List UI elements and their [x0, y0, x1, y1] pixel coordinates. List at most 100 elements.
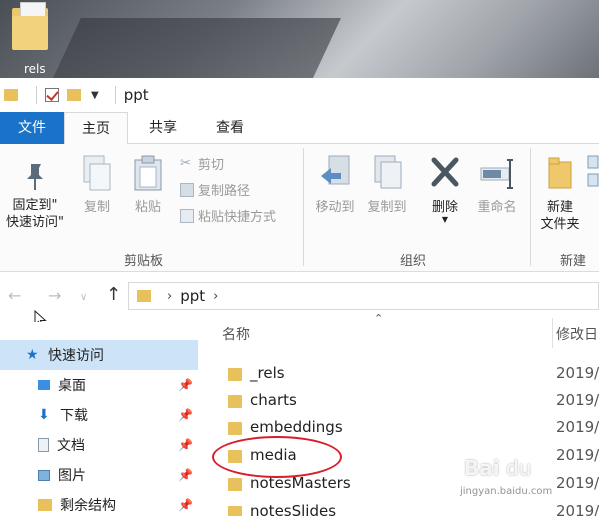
picture-icon — [38, 469, 50, 481]
new-folder-quick-icon[interactable] — [67, 89, 81, 101]
divider — [530, 148, 531, 266]
column-divider[interactable] — [552, 318, 553, 348]
tab-share[interactable]: 共享 — [134, 112, 192, 144]
pin-icon — [27, 164, 43, 190]
watermark-paw-text: du — [506, 456, 532, 480]
watermark-text: Bai — [464, 456, 500, 480]
folder-icon — [228, 422, 242, 435]
navigation-bar: ← → ∨ ↑ › ppt › — [0, 280, 599, 314]
recent-locations-chevron-icon[interactable]: ∨ — [80, 292, 87, 303]
new-folder-label-line1: 新建 — [546, 200, 573, 215]
column-header-name[interactable]: 名称 — [222, 324, 250, 344]
pin-to-quick-access-button[interactable]: 固定到" 快速访问" — [0, 162, 70, 231]
column-header-date[interactable]: 修改日 — [556, 324, 598, 344]
paste-label: 粘贴 — [134, 200, 161, 215]
properties-checkbox-icon[interactable] — [45, 88, 59, 102]
folder-icon — [38, 499, 52, 511]
delete-dropdown-icon[interactable]: ▼ — [424, 216, 466, 224]
new-group-label: 新建 — [560, 254, 587, 269]
file-date: 2019/ — [556, 502, 599, 516]
nav-item-pictures[interactable]: 图片 📌 — [0, 460, 198, 490]
new-folder-icon — [548, 157, 572, 189]
copy-path-icon — [180, 182, 194, 197]
desktop-folder-icon[interactable]: rels — [4, 0, 60, 78]
back-arrow-icon[interactable]: ← — [8, 286, 21, 305]
file-name: charts — [250, 391, 297, 409]
breadcrumb-chevron-icon[interactable]: › — [167, 289, 172, 304]
rename-button[interactable]: 重命名 — [470, 154, 524, 216]
divider — [114, 86, 116, 104]
nav-item-label: 快速访问 — [48, 348, 104, 364]
file-name: _rels — [250, 364, 285, 382]
clipboard-group-label: 剪贴板 — [124, 254, 164, 269]
delete-label: 删除 — [431, 200, 458, 215]
desktop-icon-label: rels — [24, 62, 46, 76]
desktop-background: rels — [0, 0, 599, 78]
copy-label: 复制 — [83, 200, 110, 215]
breadcrumb-ppt[interactable]: ppt — [180, 287, 205, 305]
nav-item-documents[interactable]: 文档 📌 — [0, 430, 198, 460]
pin-icon[interactable]: 📌 — [178, 438, 193, 452]
file-date: 2019/ — [556, 418, 599, 436]
cut-button[interactable]: ✂ 剪切 — [180, 154, 224, 173]
download-icon: ⬇ — [38, 407, 50, 423]
pin-icon[interactable]: 📌 — [178, 498, 193, 512]
ribbon-panel: 固定到" 快速访问" 复制 粘贴 ✂ 剪切 复制路径 粘贴快捷方式 剪贴板 移动… — [0, 144, 599, 272]
nav-item-label: 图片 — [58, 468, 86, 484]
nav-item-remaining-structure[interactable]: 剩余结构 📌 — [0, 490, 198, 516]
new-item-icon[interactable] — [586, 154, 599, 190]
paste-shortcut-icon — [180, 208, 194, 223]
nav-item-desktop[interactable]: 桌面 📌 — [0, 370, 198, 400]
cut-label: 剪切 — [198, 158, 225, 173]
copy-to-icon — [374, 155, 402, 189]
breadcrumb-chevron-icon[interactable]: › — [213, 289, 218, 304]
address-bar[interactable]: › ppt › — [128, 282, 599, 310]
navigation-pane: ★ 快速访问 桌面 📌 ⬇ 下载 📌 文档 📌 图片 📌 剩余结构 📌 — [0, 322, 198, 516]
rename-icon — [480, 159, 513, 189]
tab-home[interactable]: 主页 — [64, 112, 128, 145]
copy-path-label: 复制路径 — [198, 184, 251, 199]
quick-access-dropdown-icon[interactable]: ▼ — [91, 90, 99, 101]
pin-icon[interactable]: 📌 — [178, 468, 193, 482]
nav-item-quick-access[interactable]: ★ 快速访问 — [0, 340, 198, 370]
paste-shortcut-button[interactable]: 粘贴快捷方式 — [180, 206, 276, 225]
folder-icon — [228, 478, 242, 491]
tab-file[interactable]: 文件 — [0, 112, 64, 144]
table-row[interactable]: _rels 2019/ — [200, 360, 599, 388]
desktop-wallpaper-rock — [39, 18, 341, 78]
pin-icon[interactable]: 📌 — [178, 378, 193, 392]
nav-item-label: 桌面 — [58, 378, 86, 394]
new-folder-button[interactable]: 新建 文件夹 — [534, 154, 586, 233]
copy-icon — [83, 155, 111, 191]
copy-to-label: 复制到 — [367, 200, 407, 215]
tab-view[interactable]: 查看 — [200, 112, 260, 144]
file-name: embeddings — [250, 418, 343, 436]
file-date: 2019/ — [556, 391, 599, 409]
file-name: notesSlides — [250, 502, 337, 516]
divider — [36, 86, 37, 104]
new-folder-label-line2: 文件夹 — [540, 217, 580, 232]
paste-button[interactable]: 粘贴 — [126, 154, 170, 216]
desktop-icon — [38, 380, 50, 390]
pin-label-line1: 固定到" — [12, 198, 58, 213]
table-row[interactable]: charts 2019/ — [200, 387, 599, 415]
watermark-url: jingyan.baidu.com — [460, 486, 553, 497]
copy-button[interactable]: 复制 — [76, 154, 118, 216]
nav-item-label: 下载 — [60, 408, 88, 424]
nav-item-label: 剩余结构 — [60, 498, 116, 514]
annotation-ellipse — [212, 436, 342, 478]
watermark-logo: Bai du jingyan.baidu.com — [440, 448, 590, 504]
up-arrow-icon[interactable]: ↑ — [106, 284, 121, 305]
window-folder-icon — [4, 89, 18, 101]
copy-to-button[interactable]: 复制到 — [362, 154, 412, 216]
move-to-icon — [321, 155, 350, 185]
copy-path-button[interactable]: 复制路径 — [180, 180, 250, 199]
folder-icon — [228, 395, 242, 408]
nav-item-downloads[interactable]: ⬇ 下载 📌 — [0, 400, 198, 430]
forward-arrow-icon[interactable]: → — [48, 286, 61, 305]
pin-icon[interactable]: 📌 — [178, 408, 193, 422]
folder-icon — [228, 368, 242, 381]
move-to-button[interactable]: 移动到 — [310, 154, 360, 216]
paste-shortcut-label: 粘贴快捷方式 — [198, 210, 277, 225]
delete-button[interactable]: 删除 ▼ — [424, 154, 466, 224]
